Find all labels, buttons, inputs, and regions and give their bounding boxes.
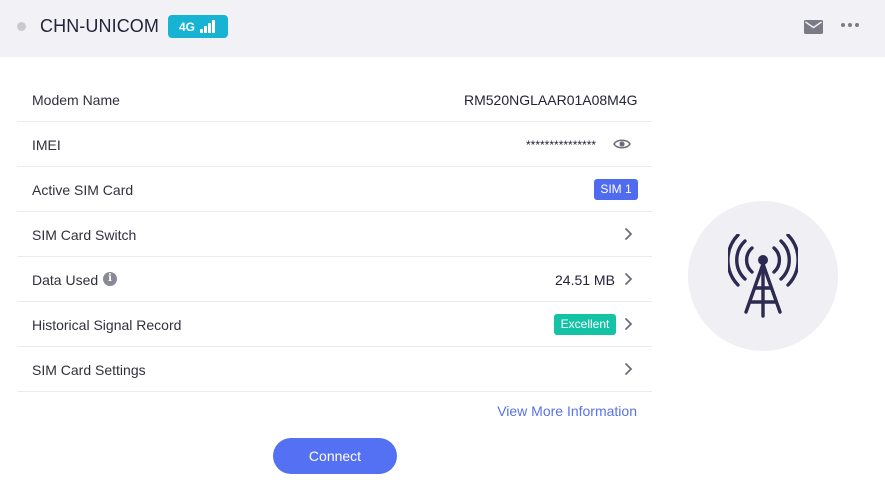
signal-bars-icon xyxy=(200,20,216,33)
eye-icon[interactable] xyxy=(613,137,631,151)
imei-value: *************** xyxy=(526,138,597,152)
row-data-used[interactable]: Data Used i 24.51 MB xyxy=(17,257,652,302)
cell-tower-icon xyxy=(728,234,798,318)
row-sim-settings[interactable]: SIM Card Settings xyxy=(17,347,652,392)
network-type-label: 4G xyxy=(179,20,196,34)
row-modem-name: Modem Name RM520NGLAAR01A08M4G xyxy=(17,77,652,122)
data-used-value: 24.51 MB xyxy=(555,272,615,288)
view-more-link[interactable]: View More Information xyxy=(467,403,637,419)
row-sim-switch[interactable]: SIM Card Switch xyxy=(17,212,652,257)
data-used-label: Data Used xyxy=(32,272,99,288)
imei-label: IMEI xyxy=(32,137,61,153)
status-dot xyxy=(17,22,26,31)
modem-name-label: Modem Name xyxy=(32,92,120,108)
modem-name-value: RM520NGLAAR01A08M4G xyxy=(464,92,638,108)
sim-settings-label: SIM Card Settings xyxy=(32,362,146,378)
sim-badge: SIM 1 xyxy=(594,179,638,200)
active-sim-label: Active SIM Card xyxy=(32,182,134,198)
signal-record-label: Historical Signal Record xyxy=(32,317,182,333)
signal-quality-badge: Excellent xyxy=(554,314,616,335)
row-signal-record[interactable]: Historical Signal Record Excellent xyxy=(17,302,652,347)
row-active-sim: Active SIM Card SIM 1 xyxy=(17,167,652,212)
chevron-right-icon[interactable] xyxy=(624,227,633,241)
connect-button[interactable]: Connect xyxy=(273,438,397,474)
chevron-right-icon[interactable] xyxy=(624,362,633,376)
carrier-name: CHN-UNICOM xyxy=(40,16,159,36)
chevron-right-icon[interactable] xyxy=(624,272,633,286)
network-type-badge: 4G xyxy=(168,15,228,38)
mail-icon[interactable] xyxy=(804,20,823,34)
sim-switch-label: SIM Card Switch xyxy=(32,227,137,243)
chevron-right-icon[interactable] xyxy=(624,317,633,331)
info-icon[interactable]: i xyxy=(103,272,117,286)
top-bar: CHN-UNICOM 4G xyxy=(0,0,885,57)
more-icon[interactable] xyxy=(841,22,859,30)
modem-info-list: Modem Name RM520NGLAAR01A08M4G IMEI ****… xyxy=(17,77,652,392)
row-imei: IMEI *************** xyxy=(17,122,652,167)
